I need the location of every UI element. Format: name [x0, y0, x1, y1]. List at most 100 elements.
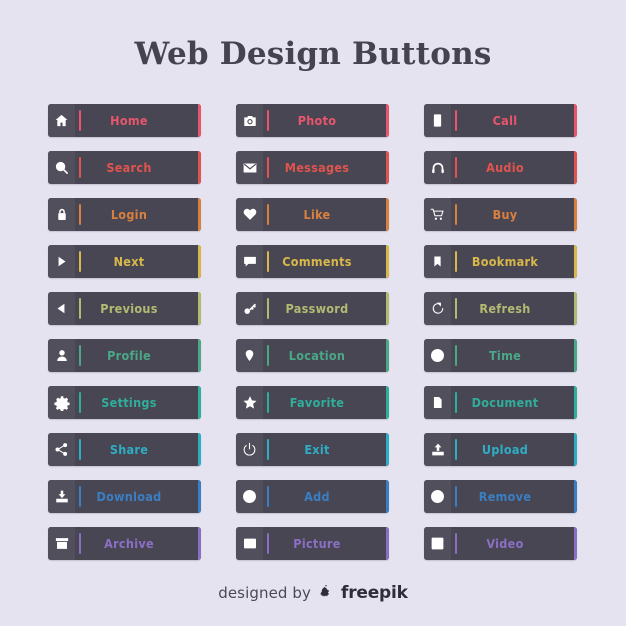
- button-audio[interactable]: Audio: [424, 151, 577, 184]
- star-icon: [236, 386, 263, 419]
- home-icon: [48, 104, 75, 137]
- button-label: Settings: [101, 395, 157, 410]
- button-accent-edge: [386, 245, 389, 278]
- button-label: Bookmark: [471, 254, 539, 269]
- button-label: Upload: [481, 442, 529, 457]
- button-time[interactable]: Time: [424, 339, 577, 372]
- lock-icon: [48, 198, 75, 231]
- button-label: Picture: [293, 536, 341, 551]
- button-label: Share: [109, 442, 149, 457]
- button-label: Location: [288, 348, 346, 363]
- button-accent-edge: [386, 198, 389, 231]
- button-accent-edge: [198, 339, 201, 372]
- button-add[interactable]: Add: [236, 480, 389, 513]
- button-search[interactable]: Search: [48, 151, 201, 184]
- button-bookmark[interactable]: Bookmark: [424, 245, 577, 278]
- map-pin-icon: [236, 339, 263, 372]
- footer-designed-by-text: designed by: [218, 584, 312, 602]
- button-accent-edge: [574, 527, 577, 560]
- button-accent-edge: [198, 433, 201, 466]
- mobile-phone-icon: [424, 104, 451, 137]
- button-label: Refresh: [479, 301, 531, 316]
- button-label: Home: [110, 113, 148, 128]
- button-accent-edge: [198, 480, 201, 513]
- button-label: Login: [110, 207, 148, 222]
- button-video[interactable]: Video: [424, 527, 577, 560]
- archive-box-icon: [48, 527, 75, 560]
- button-accent-edge: [386, 527, 389, 560]
- button-accent-edge: [386, 292, 389, 325]
- button-accent-edge: [198, 151, 201, 184]
- download-icon: [48, 480, 75, 513]
- button-label: Profile: [107, 348, 151, 363]
- button-label: Time: [488, 348, 522, 363]
- button-label: Photo: [297, 113, 337, 128]
- button-label: Archive: [104, 536, 154, 551]
- button-archive[interactable]: Archive: [48, 527, 201, 560]
- button-photo[interactable]: Photo: [236, 104, 389, 137]
- button-next[interactable]: Next: [48, 245, 201, 278]
- minus-circle-icon: [424, 480, 451, 513]
- headphones-icon: [424, 151, 451, 184]
- button-password[interactable]: Password: [236, 292, 389, 325]
- button-accent-edge: [574, 292, 577, 325]
- freepik-robot-icon: [317, 584, 335, 602]
- button-share[interactable]: Share: [48, 433, 201, 466]
- button-accent-edge: [574, 245, 577, 278]
- button-login[interactable]: Login: [48, 198, 201, 231]
- button-document[interactable]: Document: [424, 386, 577, 419]
- button-accent-edge: [386, 480, 389, 513]
- power-icon: [236, 433, 263, 466]
- button-favorite[interactable]: Favorite: [236, 386, 389, 419]
- envelope-icon: [236, 151, 263, 184]
- heart-icon: [236, 198, 263, 231]
- button-settings[interactable]: Settings: [48, 386, 201, 419]
- button-messages[interactable]: Messages: [236, 151, 389, 184]
- button-home[interactable]: Home: [48, 104, 201, 137]
- button-exit[interactable]: Exit: [236, 433, 389, 466]
- bookmark-icon: [424, 245, 451, 278]
- refresh-icon: [424, 292, 451, 325]
- button-accent-edge: [574, 198, 577, 231]
- button-accent-edge: [198, 527, 201, 560]
- button-accent-edge: [386, 104, 389, 137]
- clock-icon: [424, 339, 451, 372]
- button-upload[interactable]: Upload: [424, 433, 577, 466]
- button-label: Like: [303, 207, 331, 222]
- button-label: Call: [492, 113, 518, 128]
- button-label: Document: [471, 395, 539, 410]
- button-accent-edge: [574, 104, 577, 137]
- plus-circle-icon: [236, 480, 263, 513]
- footer-credit: designed by freepik: [0, 583, 626, 603]
- button-location[interactable]: Location: [236, 339, 389, 372]
- button-label: Messages: [284, 160, 350, 175]
- key-icon: [236, 292, 263, 325]
- button-previous[interactable]: Previous: [48, 292, 201, 325]
- camera-icon: [236, 104, 263, 137]
- button-profile[interactable]: Profile: [48, 339, 201, 372]
- button-comments[interactable]: Comments: [236, 245, 389, 278]
- button-label: Buy: [492, 207, 518, 222]
- button-like[interactable]: Like: [236, 198, 389, 231]
- back-triangle-icon: [48, 292, 75, 325]
- speech-bubble-icon: [236, 245, 263, 278]
- button-call[interactable]: Call: [424, 104, 577, 137]
- button-remove[interactable]: Remove: [424, 480, 577, 513]
- search-icon: [48, 151, 75, 184]
- button-label: Previous: [100, 301, 158, 316]
- button-download[interactable]: Download: [48, 480, 201, 513]
- button-accent-edge: [198, 386, 201, 419]
- image-icon: [236, 527, 263, 560]
- button-label: Audio: [486, 160, 524, 175]
- button-picture[interactable]: Picture: [236, 527, 389, 560]
- button-accent-edge: [198, 245, 201, 278]
- button-grid: Home Photo Call Search Messages Audio Login Lik…: [48, 104, 578, 560]
- button-accent-edge: [386, 433, 389, 466]
- button-accent-edge: [386, 151, 389, 184]
- upload-icon: [424, 433, 451, 466]
- button-buy[interactable]: Buy: [424, 198, 577, 231]
- button-refresh[interactable]: Refresh: [424, 292, 577, 325]
- file-icon: [424, 386, 451, 419]
- button-accent-edge: [574, 386, 577, 419]
- button-label: Download: [96, 489, 162, 504]
